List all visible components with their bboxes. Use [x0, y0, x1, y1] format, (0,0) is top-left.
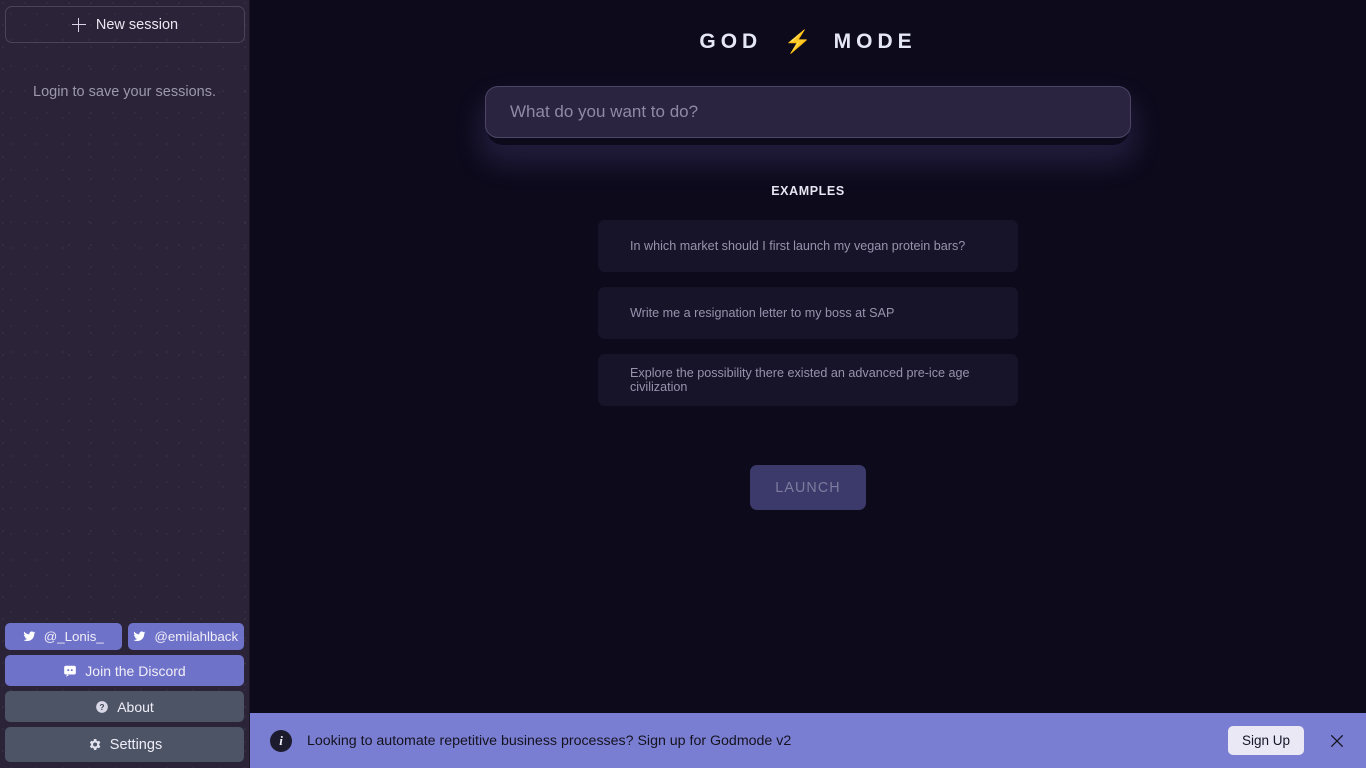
twitter-lonis-label: @_Lonis_	[43, 629, 104, 644]
twitter-icon	[133, 630, 146, 643]
join-discord-button[interactable]: Join the Discord	[5, 655, 244, 686]
example-card[interactable]: In which market should I first launch my…	[598, 220, 1018, 272]
banner-message: Looking to automate repetitive business …	[307, 732, 792, 749]
prompt-input[interactable]	[485, 86, 1131, 138]
app-logo: GOD ⚡ MODE	[699, 29, 916, 55]
app-root: New session Login to save your sessions.…	[0, 0, 1366, 768]
logo-text-god: GOD	[699, 30, 763, 53]
launch-button[interactable]: LAUNCH	[750, 465, 866, 510]
discord-icon	[63, 664, 77, 678]
logo-text-mode: MODE	[833, 30, 917, 53]
twitter-lonis-button[interactable]: @_Lonis_	[5, 623, 122, 650]
settings-label: Settings	[109, 736, 163, 753]
sign-up-button[interactable]: Sign Up	[1227, 726, 1304, 755]
promo-banner: i Looking to automate repetitive busines…	[250, 713, 1366, 768]
svg-text:?: ?	[100, 702, 105, 711]
main-content: GOD ⚡ MODE EXAMPLES In which market shou…	[250, 0, 1366, 768]
info-icon: i	[270, 729, 292, 752]
gear-icon	[87, 737, 102, 752]
example-card[interactable]: Explore the possibility there existed an…	[598, 354, 1018, 406]
session-list	[5, 100, 244, 623]
new-session-button[interactable]: New session	[5, 6, 245, 43]
settings-button[interactable]: Settings	[5, 727, 244, 762]
sidebar: New session Login to save your sessions.…	[0, 0, 250, 768]
examples-list: In which market should I first launch my…	[598, 220, 1018, 406]
example-text: Write me a resignation letter to my boss…	[630, 306, 895, 320]
example-text: Explore the possibility there existed an…	[630, 366, 970, 394]
about-button[interactable]: ? About	[5, 691, 244, 722]
prompt-container	[485, 86, 1131, 138]
new-session-label: New session	[95, 16, 179, 33]
join-discord-label: Join the Discord	[85, 662, 186, 679]
twitter-emilahlback-label: @emilahlback	[154, 629, 239, 644]
about-label: About	[117, 698, 154, 715]
plus-icon	[71, 17, 86, 32]
social-row: @_Lonis_ @emilahlback	[5, 623, 244, 650]
example-card[interactable]: Write me a resignation letter to my boss…	[598, 287, 1018, 339]
example-text: In which market should I first launch my…	[630, 239, 966, 253]
lightning-bolt-icon: ⚡	[784, 29, 812, 54]
twitter-icon	[23, 630, 36, 643]
sidebar-footer: @_Lonis_ @emilahlback Join the Discord ?	[5, 623, 244, 764]
examples-heading: EXAMPLES	[771, 184, 845, 198]
question-mark-icon: ?	[95, 700, 109, 714]
twitter-emilahlback-button[interactable]: @emilahlback	[127, 623, 244, 650]
login-hint: Login to save your sessions.	[33, 84, 216, 100]
close-icon[interactable]	[1326, 730, 1348, 752]
